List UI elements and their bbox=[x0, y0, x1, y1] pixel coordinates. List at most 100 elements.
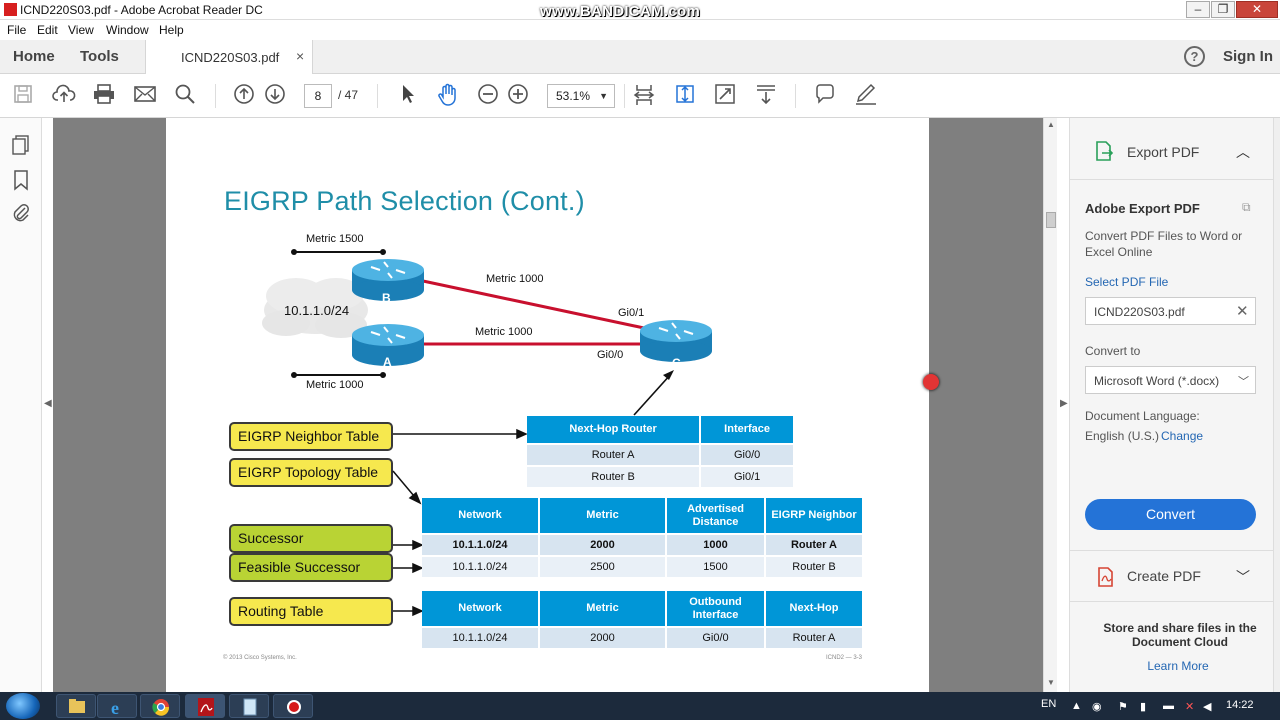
taskbar-internet-explorer[interactable]: e bbox=[97, 694, 137, 718]
chevron-up-icon[interactable]: ︿ bbox=[1236, 142, 1250, 162]
left-navigation-pane bbox=[0, 118, 42, 692]
network-icon[interactable]: ▮ bbox=[1140, 700, 1146, 713]
document-viewport[interactable]: EIGRP Path Selection (Cont.) Metric 1500… bbox=[53, 118, 1043, 692]
document-scrollbar[interactable]: ▲ ▼ bbox=[1043, 118, 1057, 692]
create-pdf-header[interactable]: Create PDF ﹀ bbox=[1070, 550, 1273, 602]
copy-icon[interactable]: ⧉ bbox=[1242, 200, 1251, 215]
chevron-up-icon[interactable]: ▲ bbox=[1071, 700, 1082, 712]
export-heading: Adobe Export PDF bbox=[1085, 201, 1200, 216]
table-cell: Gi0/1 bbox=[700, 466, 795, 489]
chevron-down-icon[interactable]: ﹀ bbox=[1236, 567, 1250, 587]
upload-cloud-icon[interactable] bbox=[52, 83, 76, 105]
fit-width-icon[interactable] bbox=[633, 83, 655, 107]
attachment-icon[interactable] bbox=[11, 202, 31, 224]
table-cell: 2000 bbox=[539, 627, 667, 650]
zoom-value: 53.1% bbox=[556, 89, 591, 103]
export-pdf-body: Adobe Export PDF ⧉ Convert PDF Files to … bbox=[1070, 180, 1273, 550]
select-cursor-icon[interactable] bbox=[398, 83, 418, 105]
scroll-mode-icon[interactable] bbox=[755, 83, 777, 105]
taskbar-explorer[interactable] bbox=[56, 694, 96, 718]
table-header: Next-Hop Router bbox=[527, 416, 702, 445]
export-pdf-header[interactable]: Export PDF ︿ bbox=[1070, 118, 1273, 180]
zoom-out-icon[interactable] bbox=[477, 83, 499, 105]
neighbor-table: Next-Hop Router Interface Router A Gi0/0 R… bbox=[527, 416, 795, 489]
start-button[interactable] bbox=[6, 693, 40, 719]
menu-help[interactable]: Help bbox=[159, 23, 184, 37]
hand-tool-icon[interactable] bbox=[437, 83, 459, 107]
tab-document[interactable]: ICND220S03.pdf × bbox=[145, 40, 313, 74]
comment-icon[interactable] bbox=[814, 83, 836, 105]
acrobat-icon bbox=[4, 3, 17, 16]
highlight-pen-icon[interactable] bbox=[854, 83, 878, 105]
table-header: Interface bbox=[700, 416, 795, 445]
right-pane-scrollbar[interactable] bbox=[1273, 118, 1280, 692]
window-title: ICND220S03.pdf - Adobe Acrobat Reader DC bbox=[20, 3, 263, 17]
document-language-label: Document Language: bbox=[1085, 409, 1200, 423]
cursor-highlight bbox=[923, 374, 939, 390]
ie-icon: e bbox=[111, 698, 119, 718]
previous-page-icon[interactable] bbox=[233, 83, 255, 105]
full-screen-icon[interactable] bbox=[714, 83, 736, 105]
next-page-icon[interactable] bbox=[264, 83, 286, 105]
page-thumbnails-icon[interactable] bbox=[11, 134, 31, 156]
title-bar: ICND220S03.pdf - Adobe Acrobat Reader DC… bbox=[0, 0, 1280, 20]
bandicam-watermark: www.BANDICAM.com bbox=[540, 3, 701, 20]
document-language-value: English (U.S.) bbox=[1085, 429, 1160, 443]
copyright-footnote: © 2013 Cisco Systems, Inc. bbox=[223, 655, 297, 661]
save-icon[interactable] bbox=[12, 83, 34, 105]
zoom-select[interactable]: 53.1% ▼ bbox=[547, 84, 615, 108]
volume-muted-icon[interactable]: ✕ bbox=[1185, 700, 1194, 713]
remove-file-icon[interactable]: ✕ bbox=[1236, 302, 1249, 320]
table-header: Advertised Distance bbox=[666, 498, 766, 535]
table-cell: Router B bbox=[765, 556, 864, 579]
menu-view[interactable]: View bbox=[68, 23, 94, 37]
print-icon[interactable] bbox=[92, 83, 116, 105]
menu-edit[interactable]: Edit bbox=[37, 23, 58, 37]
search-icon[interactable] bbox=[174, 83, 196, 105]
minimize-button[interactable]: – bbox=[1186, 1, 1210, 18]
page-number-input[interactable]: 8 bbox=[304, 84, 332, 108]
speaker-icon[interactable]: ◀ bbox=[1203, 700, 1211, 713]
fit-page-icon[interactable] bbox=[674, 83, 696, 105]
taskbar-bandicam[interactable] bbox=[273, 694, 313, 718]
tabs-bar: Home Tools ICND220S03.pdf × ? Sign In bbox=[0, 40, 1280, 74]
change-language-link[interactable]: Change bbox=[1161, 429, 1203, 443]
tray-app-icon[interactable]: ◉ bbox=[1092, 700, 1102, 713]
collapse-left-pane-icon[interactable]: ◀ bbox=[44, 398, 52, 409]
bookmark-icon[interactable] bbox=[11, 169, 31, 191]
close-window-button[interactable]: ✕ bbox=[1236, 1, 1278, 18]
taskbar-notepad[interactable] bbox=[229, 694, 269, 718]
scroll-down-icon[interactable]: ▼ bbox=[1047, 678, 1055, 687]
svg-text:e: e bbox=[111, 698, 119, 718]
power-icon[interactable]: ▬ bbox=[1163, 700, 1174, 712]
scroll-up-icon[interactable]: ▲ bbox=[1047, 120, 1055, 129]
convert-button[interactable]: Convert bbox=[1085, 499, 1256, 530]
system-clock[interactable]: 14:22 bbox=[1226, 699, 1254, 711]
selected-file-field[interactable]: ICND220S03.pdf ✕ bbox=[1085, 297, 1256, 325]
close-tab-icon[interactable]: × bbox=[296, 48, 304, 64]
collapse-right-pane-icon[interactable]: ▶ bbox=[1060, 398, 1068, 409]
zoom-in-icon[interactable] bbox=[507, 83, 529, 105]
table-cell: 10.1.1.0/24 bbox=[422, 556, 540, 579]
toolbar-divider bbox=[624, 84, 625, 108]
convert-to-label: Convert to bbox=[1085, 344, 1141, 358]
email-icon[interactable] bbox=[133, 83, 157, 105]
flag-icon[interactable]: ⚑ bbox=[1118, 700, 1128, 713]
table-header: Metric bbox=[539, 591, 667, 628]
scrollbar-thumb[interactable] bbox=[1046, 212, 1056, 228]
taskbar-chrome[interactable] bbox=[140, 694, 180, 718]
convert-format-select[interactable]: Microsoft Word (*.docx) ﹀ bbox=[1085, 366, 1256, 394]
help-icon[interactable]: ? bbox=[1184, 46, 1205, 67]
menu-file[interactable]: File bbox=[7, 23, 26, 37]
record-icon bbox=[287, 700, 301, 714]
learn-more-link[interactable]: Learn More bbox=[1070, 659, 1280, 673]
tab-tools[interactable]: Tools bbox=[80, 48, 119, 65]
menu-window[interactable]: Window bbox=[106, 23, 149, 37]
select-pdf-file-link[interactable]: Select PDF File bbox=[1085, 275, 1168, 289]
sign-in-link[interactable]: Sign In bbox=[1223, 48, 1273, 65]
taskbar-acrobat[interactable] bbox=[185, 694, 225, 718]
tab-home[interactable]: Home bbox=[13, 48, 55, 65]
chevron-down-icon: ﹀ bbox=[1238, 376, 1249, 388]
language-indicator[interactable]: EN bbox=[1041, 698, 1056, 710]
maximize-button[interactable]: ❐ bbox=[1211, 1, 1235, 18]
